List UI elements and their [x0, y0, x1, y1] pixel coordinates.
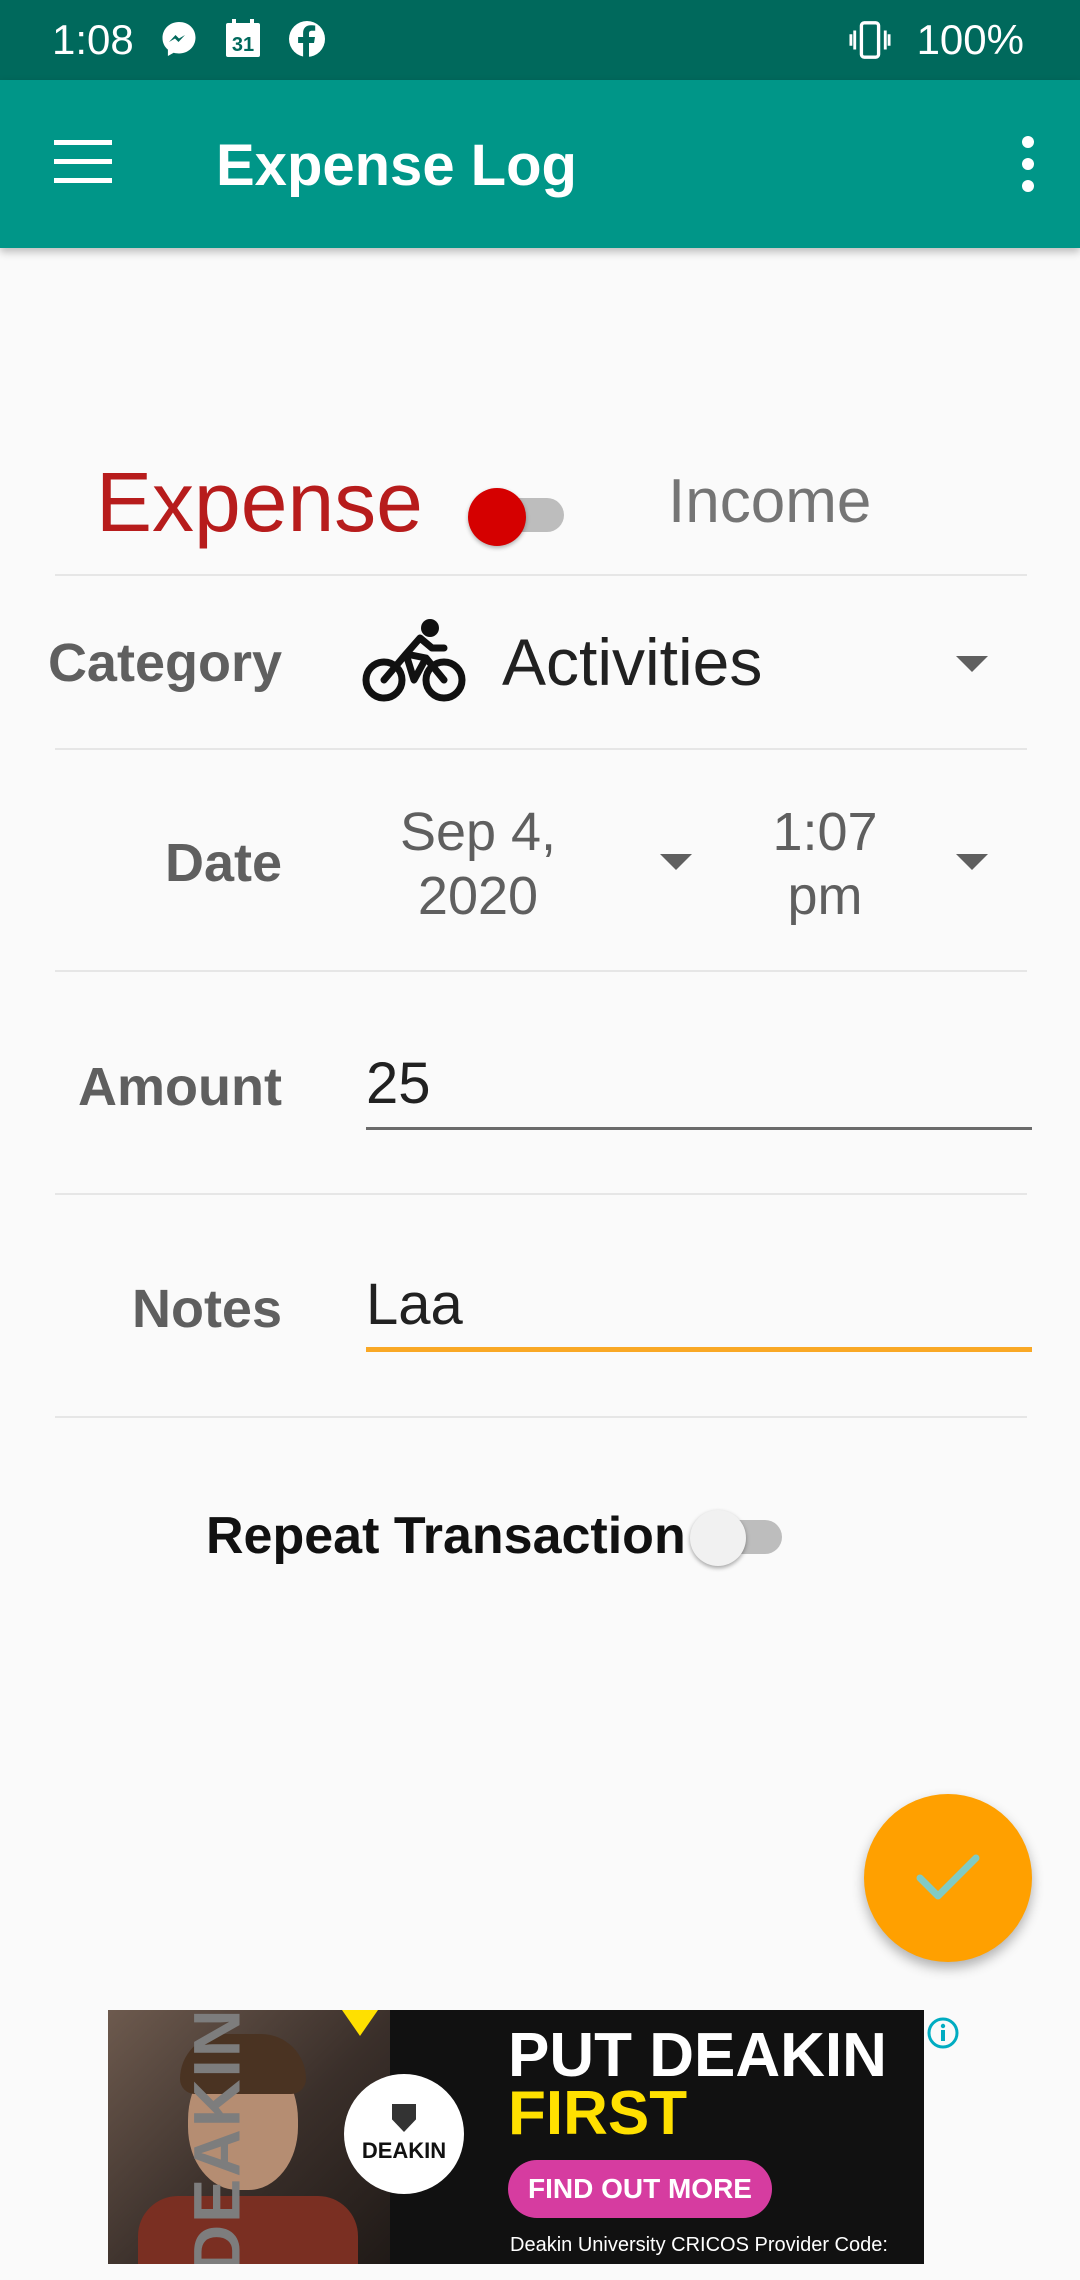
category-label: Category [47, 633, 282, 693]
divider [55, 1193, 1027, 1195]
more-options-icon[interactable] [1016, 136, 1040, 192]
calendar-icon: 31 [222, 18, 264, 60]
expense-income-toggle[interactable] [466, 480, 566, 546]
notes-label: Notes [131, 1279, 282, 1339]
repeat-transaction-label: Repeat Transaction [206, 1507, 686, 1565]
status-bar: 1:08 31 100% [0, 0, 1080, 80]
category-value: Activities [502, 625, 763, 699]
ad-info-icon[interactable] [926, 2016, 960, 2050]
divider [55, 748, 1027, 750]
check-icon [916, 1854, 980, 1900]
chevron-down-icon [956, 656, 988, 672]
divider [55, 574, 1027, 576]
status-notification-icons: 31 [158, 18, 328, 60]
status-system: 100% [849, 16, 1024, 64]
date-label: Date [164, 833, 282, 893]
transaction-type-row: Expense Income [0, 440, 1080, 575]
ad-triangle-accent [342, 2010, 378, 2036]
repeat-transaction-toggle[interactable] [690, 1508, 786, 1568]
chevron-down-icon [956, 854, 988, 870]
divider [55, 1416, 1027, 1418]
ad-vertical-text: DEAKIN [179, 2010, 254, 2264]
vibrate-icon [849, 19, 891, 61]
notes-input[interactable] [366, 1262, 1032, 1352]
facebook-icon [286, 18, 328, 60]
ad-banner[interactable]: DEAKIN DEAKIN PUT DEAKIN FIRST FIND OUT … [108, 2010, 924, 2264]
ad-footer-text: Deakin University CRICOS Provider Code: [510, 2234, 888, 2256]
amount-label: Amount [78, 1057, 282, 1117]
chevron-down-icon [660, 854, 692, 870]
amount-input[interactable] [366, 1040, 1032, 1130]
ad-headline-2: FIRST [508, 2079, 688, 2148]
calendar-day: 31 [232, 34, 254, 56]
status-time: 1:08 [52, 16, 134, 63]
time-value: 1:07 pm [772, 802, 878, 926]
ad-logo: DEAKIN [344, 2074, 464, 2194]
expense-label[interactable]: Expense [96, 454, 423, 551]
income-label[interactable]: Income [668, 466, 871, 537]
messenger-icon [158, 18, 200, 60]
page-title: Expense Log [216, 133, 577, 198]
app-bar: Expense Log [0, 80, 1080, 248]
ad-cta-button[interactable]: FIND OUT MORE [508, 2160, 772, 2218]
date-value: Sep 4, 2020 [399, 802, 557, 926]
menu-icon[interactable] [54, 140, 112, 184]
divider [55, 970, 1027, 972]
battery-level: 100% [916, 16, 1024, 63]
ad-logo-text: DEAKIN [361, 2138, 447, 2163]
save-button[interactable] [864, 1794, 1032, 1962]
bike-icon [362, 616, 468, 708]
